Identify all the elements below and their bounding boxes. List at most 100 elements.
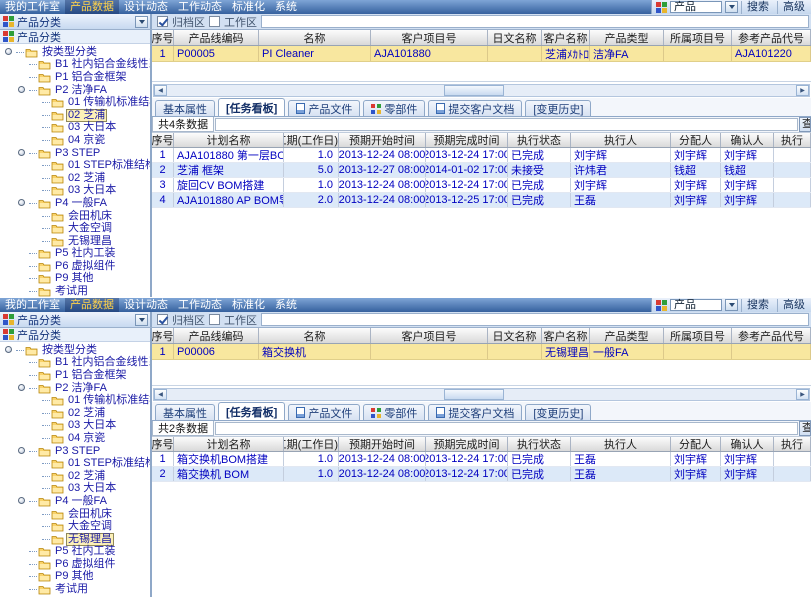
filter-input[interactable] bbox=[261, 15, 809, 28]
tree-item[interactable]: P5 社内工装 bbox=[29, 248, 150, 261]
expander-icon[interactable] bbox=[18, 447, 25, 454]
menu-item[interactable]: 设计动态 bbox=[119, 0, 173, 14]
tree-item[interactable]: P3 STEP bbox=[29, 147, 150, 160]
scroll-thumb[interactable] bbox=[444, 389, 504, 400]
menu-item[interactable]: 我的工作室 bbox=[0, 0, 65, 14]
tree-item[interactable]: 03 大日本 bbox=[42, 420, 150, 433]
task-name[interactable]: AJA101880 第一层BOM bbox=[174, 148, 284, 162]
search-button[interactable]: 搜索 bbox=[741, 299, 774, 312]
header-cell[interactable]: 所属项目号 bbox=[664, 30, 732, 45]
tree-item[interactable]: 01 STEP标准结构 bbox=[42, 159, 150, 172]
header-cell[interactable]: 客户名称 bbox=[542, 30, 590, 45]
workspace-checkbox[interactable] bbox=[209, 314, 220, 325]
expander-icon[interactable] bbox=[5, 48, 12, 55]
tab[interactable]: [任务看板] bbox=[218, 402, 285, 420]
tree-item[interactable]: P2 洁净FA bbox=[29, 84, 150, 97]
product-scope-select[interactable]: 产品 bbox=[670, 299, 722, 311]
header-cell[interactable]: 日文名称 bbox=[488, 30, 542, 45]
header-cell[interactable]: 产品线编码 bbox=[174, 30, 259, 45]
header-cell[interactable]: 序号 bbox=[152, 437, 174, 451]
header-cell[interactable]: 确认人 bbox=[721, 437, 774, 451]
tree-item[interactable]: P6 虚拟组件 bbox=[29, 558, 150, 571]
menu-item[interactable]: 工作动态 bbox=[173, 298, 227, 312]
tree-item[interactable]: P1 铝合金框架 bbox=[29, 71, 150, 84]
task-row[interactable]: 4 AJA101880 AP BOM导入 2.0 2013-12-24 08:0… bbox=[152, 193, 811, 208]
scroll-left-button[interactable]: ◀ bbox=[154, 389, 167, 400]
header-cell[interactable]: 执行人 bbox=[571, 437, 671, 451]
header-cell[interactable]: 预期开始时间 bbox=[339, 133, 426, 147]
menu-item[interactable]: 设计动态 bbox=[119, 298, 173, 312]
header-cell[interactable]: 序号 bbox=[152, 30, 174, 45]
tree-item[interactable]: 考试用 bbox=[29, 285, 150, 297]
tree-item[interactable]: 02 芝浦 bbox=[42, 407, 150, 420]
scroll-track[interactable] bbox=[167, 85, 796, 96]
tree-item[interactable]: 无锡理昌 bbox=[42, 533, 150, 546]
header-cell[interactable]: 工期(工作日) bbox=[284, 437, 339, 451]
tab[interactable]: 产品文件 bbox=[288, 100, 360, 116]
tree-item[interactable]: P5 社内工装 bbox=[29, 546, 150, 559]
header-cell[interactable]: 参考产品代号 bbox=[732, 30, 811, 45]
archive-checkbox[interactable] bbox=[157, 314, 168, 325]
tree-item[interactable]: 03 大日本 bbox=[42, 483, 150, 496]
scroll-left-button[interactable]: ◀ bbox=[154, 85, 167, 96]
scope-dropdown-button[interactable] bbox=[725, 1, 738, 13]
tab[interactable]: 基本属性 bbox=[155, 100, 215, 116]
tree-item[interactable]: 01 传输机标准结构 bbox=[42, 394, 150, 407]
scope-dropdown-button[interactable] bbox=[725, 299, 738, 311]
header-cell[interactable]: 确认人 bbox=[721, 133, 774, 147]
header-cell[interactable]: 产品类型 bbox=[590, 30, 664, 45]
tree-item[interactable]: B1 社内铝合金线性系统 bbox=[29, 59, 150, 72]
query-button[interactable]: 查 bbox=[799, 421, 811, 436]
tab[interactable]: [变更历史] bbox=[525, 404, 591, 420]
scroll-track[interactable] bbox=[167, 389, 796, 400]
tree-item[interactable]: 会田机床 bbox=[42, 508, 150, 521]
expander-icon[interactable] bbox=[18, 384, 25, 391]
tree-item[interactable]: P4 一般FA bbox=[29, 197, 150, 210]
tree-item[interactable]: 03 大日本 bbox=[42, 122, 150, 135]
header-cell[interactable]: 执行人 bbox=[571, 133, 671, 147]
tree-item[interactable]: P2 洁净FA bbox=[29, 382, 150, 395]
tab[interactable]: 产品文件 bbox=[288, 404, 360, 420]
tab[interactable]: 提交客户文档 bbox=[428, 100, 522, 116]
header-cell[interactable]: 日文名称 bbox=[488, 328, 542, 343]
expander-icon[interactable] bbox=[18, 497, 25, 504]
task-name[interactable]: 芝浦 框架 bbox=[174, 163, 284, 177]
scroll-right-button[interactable]: ▶ bbox=[796, 389, 809, 400]
tree-item[interactable]: 04 京瓷 bbox=[42, 432, 150, 445]
header-cell[interactable]: 客户项目号 bbox=[371, 328, 488, 343]
header-cell[interactable]: 分配人 bbox=[671, 437, 721, 451]
count-filter-input[interactable] bbox=[215, 118, 798, 131]
task-row[interactable]: 2 箱交换机 BOM 1.0 2013-12-24 08:00 2013-12-… bbox=[152, 467, 811, 482]
tree-item[interactable]: 01 传输机标准结构 bbox=[42, 96, 150, 109]
menu-item[interactable]: 产品数据 bbox=[65, 0, 119, 14]
menu-item[interactable]: 标准化 bbox=[227, 298, 270, 312]
header-cell[interactable]: 预期开始时间 bbox=[339, 437, 426, 451]
header-cell[interactable]: 工期(工作日) bbox=[284, 133, 339, 147]
menu-item[interactable]: 工作动态 bbox=[173, 0, 227, 14]
tab[interactable]: 基本属性 bbox=[155, 404, 215, 420]
task-name[interactable]: AJA101880 AP BOM导入 bbox=[174, 193, 284, 207]
tab[interactable]: 零部件 bbox=[363, 100, 425, 116]
menu-item[interactable]: 产品数据 bbox=[65, 298, 119, 312]
header-cell[interactable]: 客户名称 bbox=[542, 328, 590, 343]
tree-item[interactable]: 02 芝浦 bbox=[42, 172, 150, 185]
tree-item[interactable]: 按类型分类 bbox=[16, 46, 150, 59]
tree-item[interactable]: P1 铝合金框架 bbox=[29, 369, 150, 382]
tree-item[interactable]: 03 大日本 bbox=[42, 185, 150, 198]
count-filter-input[interactable] bbox=[215, 422, 798, 435]
menu-item[interactable]: 系统 bbox=[270, 0, 302, 14]
header-cell[interactable]: 执行 bbox=[774, 437, 811, 451]
tree-item[interactable]: 大金空调 bbox=[42, 222, 150, 235]
tree-item[interactable]: P4 一般FA bbox=[29, 495, 150, 508]
archive-checkbox[interactable] bbox=[157, 16, 168, 27]
header-cell[interactable]: 分配人 bbox=[671, 133, 721, 147]
header-cell[interactable]: 序号 bbox=[152, 328, 174, 343]
header-cell[interactable]: 执行 bbox=[774, 133, 811, 147]
advanced-button[interactable]: 高级 bbox=[777, 299, 810, 312]
product-row[interactable]: 1 P00006 箱交换机 无锡理昌 一般FA bbox=[152, 344, 811, 360]
product-row[interactable]: 1 P00005 PI Cleaner AJA101880 芝浦ﾒｶﾄﾛﾆｸｽ … bbox=[152, 46, 811, 62]
task-name[interactable]: 箱交换机 BOM bbox=[174, 467, 284, 481]
header-cell[interactable]: 预期完成时间 bbox=[426, 133, 508, 147]
task-row[interactable]: 1 AJA101880 第一层BOM 1.0 2013-12-24 08:00 … bbox=[152, 148, 811, 163]
header-cell[interactable]: 名称 bbox=[259, 328, 371, 343]
